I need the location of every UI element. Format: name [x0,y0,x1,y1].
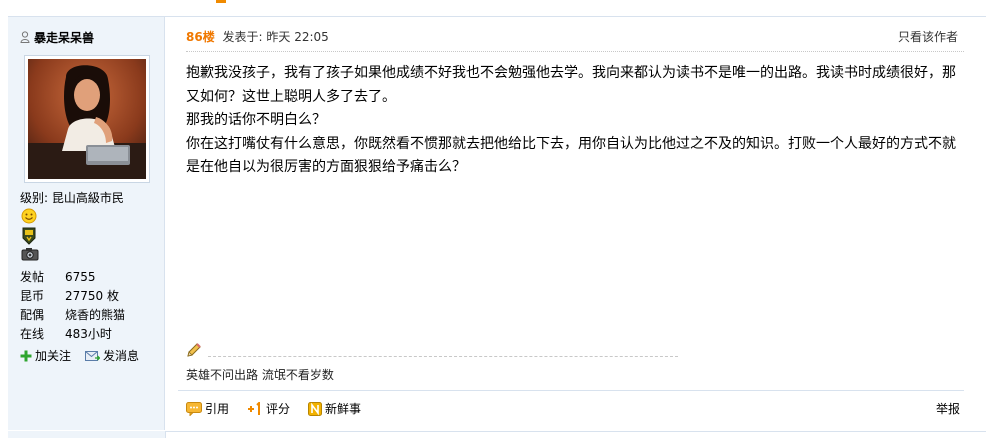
post-header: 86楼 发表于: 昨天 22:05 只看该作者 [186,28,958,44]
post-line: 那我的话你不明白么？ [186,112,326,128]
avatar-image [28,59,146,179]
news-label: 新鲜事 [325,402,362,416]
stat-online: 在线 483小时 [20,324,160,343]
level-label: 级别: [20,191,49,205]
send-message-button[interactable]: 发消息 [85,347,139,364]
post-line: 又如何？这世上聪明人多了去了。 [186,88,396,105]
quote-button[interactable]: 引用 [186,400,229,417]
news-button[interactable]: 新鲜事 [308,400,361,417]
camera-badge-icon [21,247,39,264]
stat-label: 发帖 [20,270,45,284]
signature-divider [208,356,678,357]
stat-value: 27750 枚 [65,289,119,303]
follow-button[interactable]: 加关注 [20,347,71,364]
forum-page: 暴走呆呆兽 级别: 昆山高級市民 发帖 6755 昆币 27750 枚 配偶 烧… [0,0,994,438]
author-sidebar: 暴走呆呆兽 级别: 昆山高級市民 发帖 6755 昆币 27750 枚 配偶 烧… [8,17,165,430]
rate-plus-one-icon [248,401,261,415]
message-label: 发消息 [103,349,140,363]
stat-value: 6755 [65,269,96,284]
stat-value[interactable]: 烧香的熊猫 [65,306,125,323]
previous-post-edge [0,0,994,16]
stat-label: 在线 [20,327,45,341]
floor-number[interactable]: 86楼 [186,30,215,44]
user-stats: 发帖 6755 昆币 27750 枚 配偶 烧香的熊猫 在线 483小时 [20,267,160,343]
post-content: 抱歉我没孩子，我有了孩子如果他成绩不好我也不会勉强他去学。我向来都认为读书不是唯… [186,62,966,180]
post-line: 抱歉我没孩子，我有了孩子如果他成绩不好我也不会勉强他去学。我向来都认为读书不是唯… [186,65,956,81]
stat-label: 配偶 [20,308,45,322]
only-author-link[interactable]: 只看该作者 [898,28,958,45]
quote-label: 引用 [205,402,230,416]
stat-label: 昆币 [20,289,45,303]
user-level: 级别: 昆山高級市民 [20,189,124,206]
header-divider [186,51,964,52]
mail-icon [85,350,101,361]
post-line: 你在这打嘴仗有什么意思，你既然看不惯那就去把他给比下去，用你自认为比他过之不及的… [186,135,956,152]
next-post-sidebar-edge [8,431,166,438]
stat-value: 483小时 [65,327,112,341]
post-time: 发表于: 昨天 22:05 [222,30,329,44]
stat-spouse: 配偶 烧香的熊猫 [20,305,160,324]
avatar-frame [24,55,150,183]
rate-label: 评分 [266,402,291,416]
level-value: 昆山高級市民 [51,191,124,205]
news-icon [308,401,323,416]
user-actions: 加关注 发消息 [20,347,153,364]
post-line: 是在他自以为很厉害的方面狠狠给予痛击么？ [186,159,466,175]
user-icon [20,31,30,43]
stat-posts: 发帖 6755 [20,267,160,286]
smile-badge-icon [21,208,37,227]
shield-badge-icon [22,227,36,248]
author-name-row: 暴走呆呆兽 [20,29,94,45]
stat-coins: 昆币 27750 枚 [20,286,160,305]
pencil-icon [186,342,202,361]
follow-label: 加关注 [35,349,72,363]
report-link[interactable]: 举报 [936,400,960,417]
signature: 英雄不问出路 流氓不看岁数 [186,368,334,382]
footer-divider [178,390,964,391]
previous-post-marker [216,0,226,3]
quote-icon [186,401,202,416]
avatar[interactable] [28,59,146,179]
author-name[interactable]: 暴走呆呆兽 [34,29,94,46]
post-actions: 引用 评分 新鲜事 [186,400,379,417]
rate-button[interactable]: 评分 [247,400,290,417]
plus-icon [20,350,32,361]
